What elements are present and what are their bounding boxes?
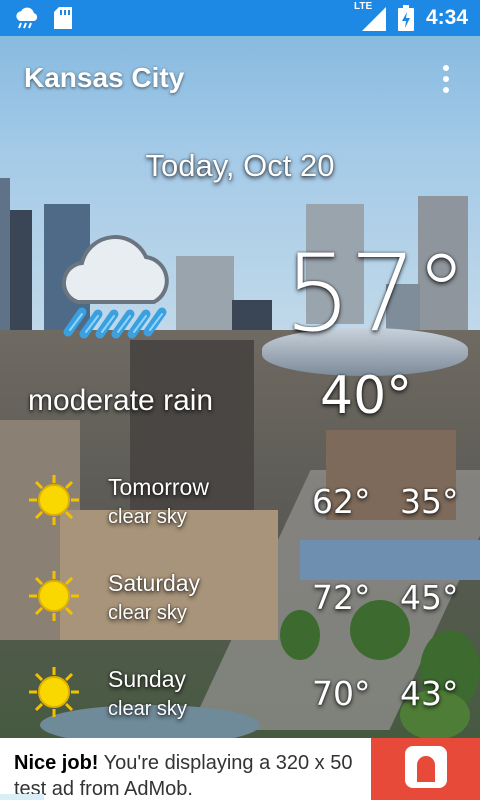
signal-icon: LTE bbox=[354, 1, 386, 31]
forecast-row: Saturday clear sky 72° 45° bbox=[0, 570, 480, 640]
ad-choices-icon[interactable] bbox=[0, 794, 44, 800]
forecast-low: 35° bbox=[400, 482, 459, 521]
battery-icon bbox=[397, 5, 414, 31]
forecast-low: 45° bbox=[400, 578, 459, 617]
ad-logo-icon[interactable] bbox=[371, 738, 480, 800]
forecast-day: Tomorrow bbox=[108, 474, 209, 500]
ad-text[interactable]: Nice job! You're displaying a 320 x 50 t… bbox=[14, 750, 366, 800]
forecast-condition: clear sky bbox=[108, 506, 187, 528]
today-condition: moderate rain bbox=[28, 384, 214, 417]
city-title: Kansas City bbox=[24, 62, 185, 93]
forecast-condition: clear sky bbox=[108, 698, 187, 720]
forecast-high: 70° bbox=[312, 674, 371, 713]
forecast-row: Tomorrow clear sky 62° 35° bbox=[0, 474, 480, 544]
forecast-high: 72° bbox=[312, 578, 371, 617]
sun-icon bbox=[29, 571, 79, 621]
status-bar: LTE 4:34 bbox=[0, 0, 480, 36]
overflow-menu-icon[interactable] bbox=[432, 62, 460, 96]
ad-banner[interactable]: Nice job! You're displaying a 320 x 50 t… bbox=[0, 738, 480, 800]
today-date: Today, Oct 20 bbox=[145, 148, 335, 183]
forecast-day: Saturday bbox=[108, 570, 201, 596]
network-type-label: LTE bbox=[353, 1, 373, 12]
sd-card-icon bbox=[54, 7, 72, 29]
sun-icon bbox=[29, 475, 79, 525]
today-low-temperature: 40° bbox=[320, 366, 413, 426]
forecast-high: 62° bbox=[312, 482, 371, 521]
weather-rain-notification-icon bbox=[16, 7, 38, 29]
ad-headline: Nice job! bbox=[14, 752, 99, 774]
sun-icon bbox=[29, 667, 79, 717]
forecast-low: 43° bbox=[400, 674, 459, 713]
forecast-condition: clear sky bbox=[108, 602, 187, 624]
current-temperature: 57° bbox=[284, 232, 468, 355]
forecast-day: Sunday bbox=[108, 666, 187, 692]
rain-cloud-icon bbox=[61, 235, 169, 339]
clock: 4:34 bbox=[425, 6, 468, 29]
forecast-row: Sunday clear sky 70° 43° bbox=[0, 666, 480, 736]
